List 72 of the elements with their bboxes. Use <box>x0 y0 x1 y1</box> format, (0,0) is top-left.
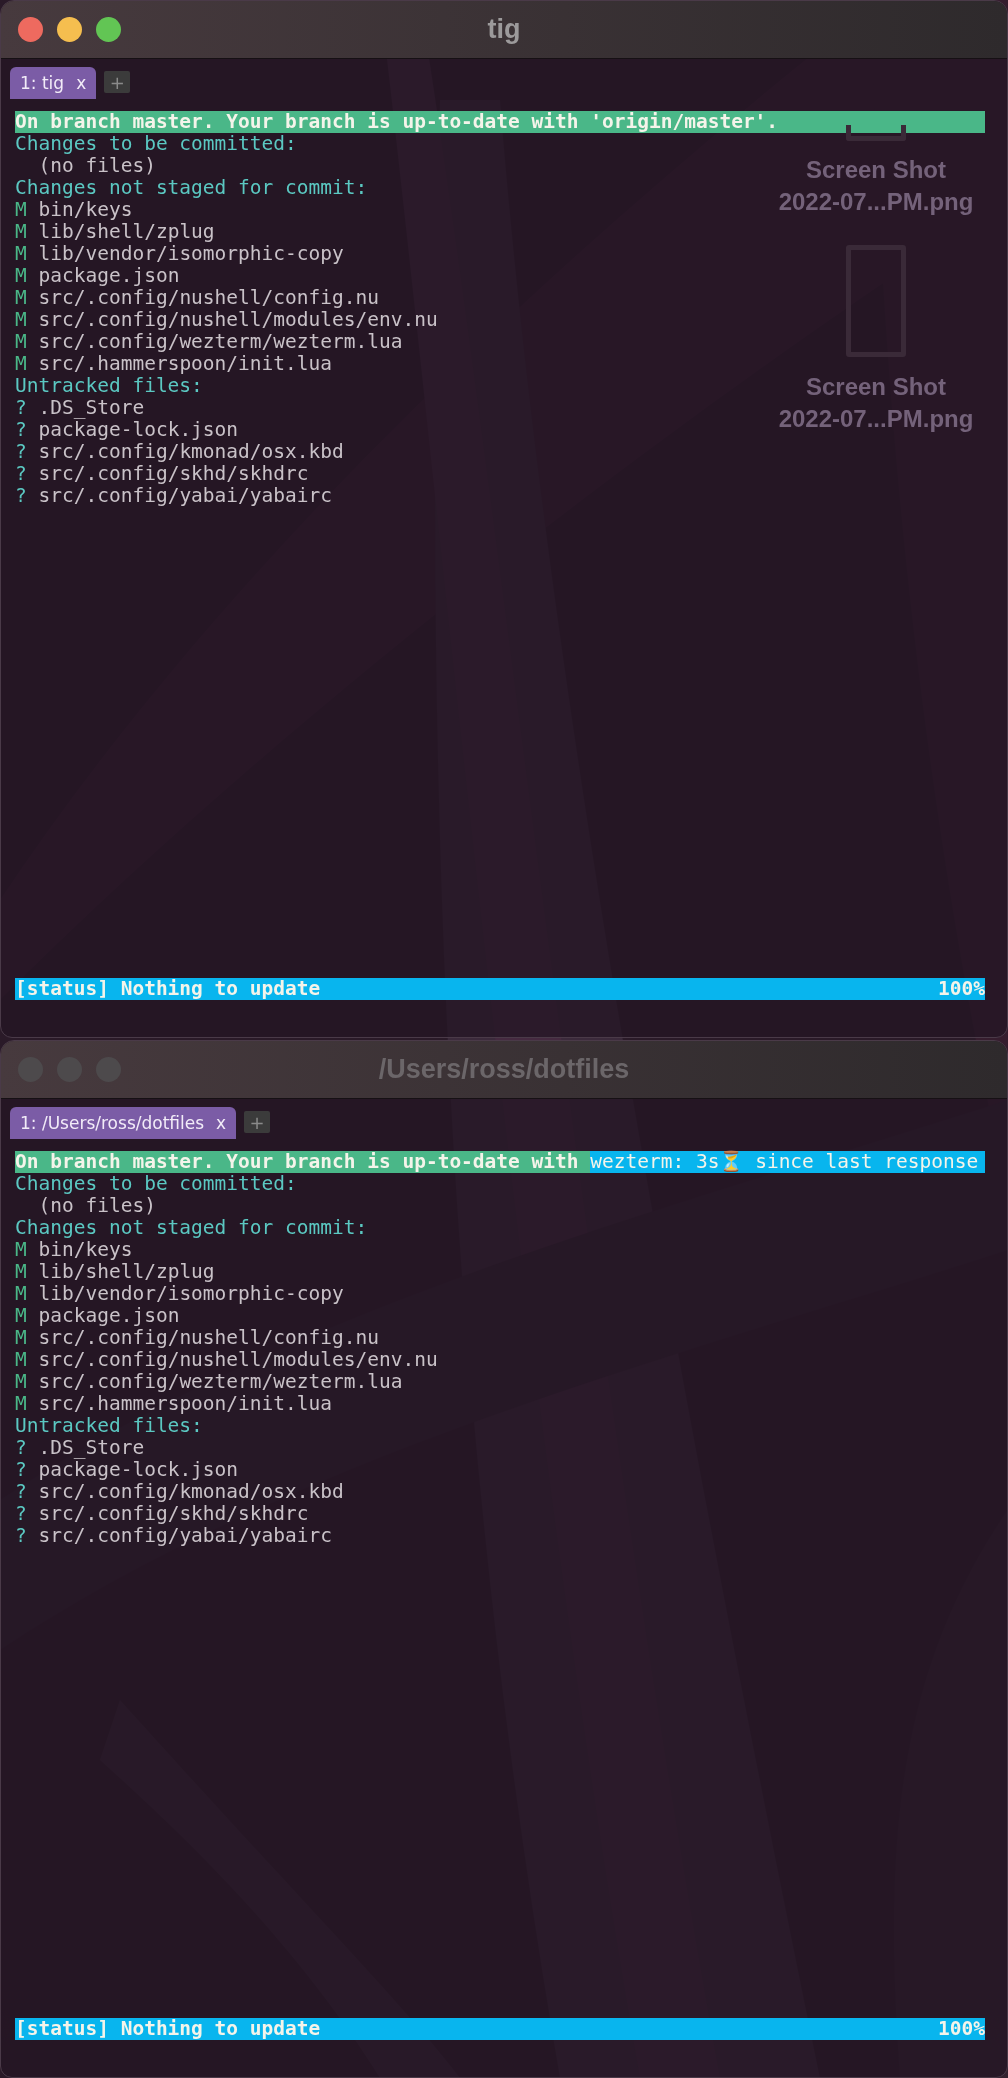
file-path[interactable]: src/.config/kmonad/osx.kbd <box>38 440 344 463</box>
file-status: ? <box>15 396 27 419</box>
file-path[interactable]: package.json <box>38 1304 180 1327</box>
status-percent: 100% <box>938 2018 985 2040</box>
branch-header: On branch master. Your branch is up-to-date with <box>15 1151 580 1173</box>
file-path[interactable]: .DS_Store <box>38 396 145 419</box>
file-path[interactable]: src/.config/wezterm/wezterm.lua <box>38 330 403 353</box>
file-status: ? <box>15 418 27 441</box>
file-path[interactable]: src/.hammerspoon/init.lua <box>38 1392 332 1415</box>
section-heading: Changes to be committed: <box>15 133 297 155</box>
section-heading: Untracked files: <box>15 1415 203 1437</box>
file-path[interactable]: src/.config/nushell/modules/env.nu <box>38 1348 438 1371</box>
file-status: M <box>15 308 27 331</box>
section-heading: Untracked files: <box>15 375 203 397</box>
file-path[interactable]: lib/shell/zplug <box>38 1260 215 1283</box>
file-status: M <box>15 1304 27 1327</box>
file-path[interactable]: package-lock.json <box>38 1458 239 1481</box>
section-heading: Changes not staged for commit: <box>15 1217 368 1239</box>
file-path[interactable]: lib/vendor/isomorphic-copy <box>38 242 344 265</box>
file-status: ? <box>15 462 27 485</box>
file-path[interactable]: bin/keys <box>38 1238 133 1261</box>
file-status: M <box>15 286 27 309</box>
file-status: M <box>15 1370 27 1393</box>
file-status: M <box>15 1282 27 1305</box>
file-path[interactable]: src/.config/skhd/skhdrc <box>38 462 309 485</box>
file-path[interactable]: src/.config/nushell/config.nu <box>38 286 379 309</box>
note-text: (no files) <box>37 1195 156 1217</box>
tab[interactable]: 1: tig x <box>10 67 97 99</box>
branch-header: On branch master. Your branch is up-to-date with 'origin/master'. <box>15 111 779 133</box>
file-path[interactable]: src/.config/kmonad/osx.kbd <box>38 1480 344 1503</box>
close-tab-icon[interactable]: x <box>76 73 87 93</box>
file-path[interactable]: package-lock.json <box>38 418 239 441</box>
file-status: M <box>15 1326 27 1349</box>
file-path[interactable]: src/.config/yabai/yabairc <box>38 1524 332 1547</box>
file-path[interactable]: bin/keys <box>38 198 133 221</box>
notification-text: wezterm: 3s⏳ since last response <box>590 1151 985 1173</box>
file-path[interactable]: src/.config/nushell/config.nu <box>38 1326 379 1349</box>
file-status: M <box>15 220 27 243</box>
file-status: M <box>15 352 27 375</box>
file-status: M <box>15 1348 27 1371</box>
file-status: M <box>15 1392 27 1415</box>
close-tab-icon[interactable]: x <box>216 1113 227 1133</box>
file-status: ? <box>15 1436 27 1459</box>
note-text: (no files) <box>37 155 156 177</box>
file-path[interactable]: src/.config/wezterm/wezterm.lua <box>38 1370 403 1393</box>
file-path[interactable]: lib/shell/zplug <box>38 220 215 243</box>
file-status: M <box>15 264 27 287</box>
status-text: [status] Nothing to update <box>15 978 321 1000</box>
file-status: M <box>15 198 27 221</box>
file-status: M <box>15 1260 27 1283</box>
file-status: M <box>15 242 27 265</box>
file-status: ? <box>15 1458 27 1481</box>
file-path[interactable]: src/.config/skhd/skhdrc <box>38 1502 309 1525</box>
file-path[interactable]: src/.config/yabai/yabairc <box>38 484 332 507</box>
file-path[interactable]: package.json <box>38 264 180 287</box>
file-status: ? <box>15 1524 27 1547</box>
section-heading: Changes not staged for commit: <box>15 177 368 199</box>
tab[interactable]: 1: /Users/ross/dotfiles x <box>10 1107 237 1139</box>
file-status: ? <box>15 1502 27 1525</box>
file-status: ? <box>15 440 27 463</box>
file-path[interactable]: src/.config/nushell/modules/env.nu <box>38 308 438 331</box>
file-path[interactable]: lib/vendor/isomorphic-copy <box>38 1282 344 1305</box>
file-path[interactable]: .DS_Store <box>38 1436 145 1459</box>
file-path[interactable]: src/.hammerspoon/init.lua <box>38 352 332 375</box>
status-percent: 100% <box>938 978 985 1000</box>
file-status: ? <box>15 1480 27 1503</box>
section-heading: Changes to be committed: <box>15 1173 297 1195</box>
file-status: M <box>15 330 27 353</box>
file-status: M <box>15 1238 27 1261</box>
window-title: tig <box>487 14 521 45</box>
file-status: ? <box>15 484 27 507</box>
status-text: [status] Nothing to update <box>15 2018 321 2040</box>
